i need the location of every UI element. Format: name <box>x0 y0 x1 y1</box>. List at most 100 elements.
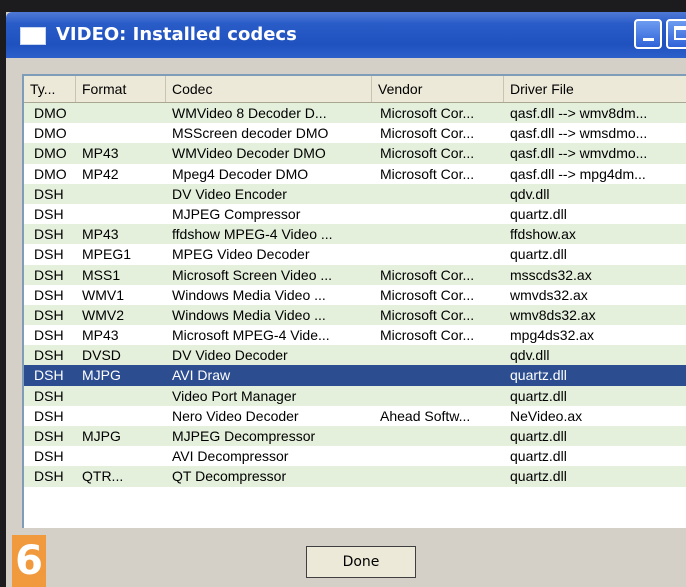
cell-vendor: Microsoft Cor... <box>380 105 475 121</box>
table-row[interactable]: DSH MPEG1 MPEG Video Decoder quartz.dll <box>24 244 686 264</box>
cell-type: DSH <box>34 185 64 202</box>
list-rows: DMO WMVideo 8 Decoder D... Microsoft Cor..… <box>24 103 686 487</box>
column-header-type[interactable]: Ty... <box>24 76 76 102</box>
cell-codec: QT Decompressor <box>172 468 287 485</box>
table-row[interactable]: DSH MP43 Microsoft MPEG-4 Vide... Microsoft… <box>24 325 686 345</box>
cell-type: DSH <box>34 367 64 384</box>
column-header-driver-file[interactable]: Driver File <box>504 76 686 102</box>
cell-codec: Windows Media Video ... <box>172 286 326 303</box>
step-number-badge: 6 <box>12 535 46 587</box>
cell-driver: qdv.dll <box>510 185 550 202</box>
cell-format: MP42 <box>82 165 119 182</box>
list-header: Ty... Format Codec Vendor Driver File <box>24 76 686 103</box>
cell-type: DMO <box>34 145 67 162</box>
cell-type: DSH <box>34 266 64 283</box>
cell-vendor: Microsoft Cor... <box>380 327 475 344</box>
table-row[interactable]: DSH WMV1 Windows Media Video ... Microsoft … <box>24 285 686 305</box>
column-header-codec[interactable]: Codec <box>166 76 372 102</box>
cell-codec: AVI Draw <box>172 367 231 384</box>
cell-vendor: Microsoft Cor... <box>380 125 475 142</box>
cell-codec: DV Video Encoder <box>172 185 287 202</box>
cell-codec: DV Video Decoder <box>172 347 288 364</box>
cell-driver: wmvds32.ax <box>510 286 588 303</box>
cell-format: MJPG <box>82 428 121 444</box>
minimize-button[interactable] <box>634 19 662 49</box>
cell-codec: WMVideo Decoder DMO <box>172 145 326 162</box>
cell-codec: Video Port Manager <box>172 387 297 404</box>
cell-type: DSH <box>34 327 64 344</box>
cell-vendor: Microsoft Cor... <box>380 286 475 303</box>
cell-driver: quartz.dll <box>510 205 567 222</box>
cell-type: DSH <box>34 468 64 485</box>
table-row[interactable]: DMO MP42 Mpeg4 Decoder DMO Microsoft Cor...… <box>24 164 686 184</box>
cell-type: DSH <box>34 246 64 263</box>
cell-codec: Mpeg4 Decoder DMO <box>172 165 309 182</box>
table-row[interactable]: DSH MJPG MJPEG Decompressor quartz.dll <box>24 426 686 447</box>
cell-codec: Windows Media Video ... <box>172 306 326 323</box>
cell-format: MP43 <box>82 327 119 344</box>
column-header-format[interactable]: Format <box>76 76 166 102</box>
cell-format: MJPG <box>82 367 121 384</box>
column-header-vendor[interactable]: Vendor <box>372 76 504 102</box>
cell-type: DSH <box>34 428 64 444</box>
cell-type: DMO <box>34 165 67 182</box>
cell-driver: NeVideo.ax <box>510 407 583 424</box>
frame-top <box>0 0 686 12</box>
table-row[interactable]: DMO WMVideo 8 Decoder D... Microsoft Cor..… <box>24 103 686 124</box>
cell-vendor: Microsoft Cor... <box>380 165 475 182</box>
cell-format: MPEG1 <box>82 246 132 263</box>
cell-codec: Microsoft MPEG-4 Vide... <box>172 327 330 344</box>
codec-dialog: VIDEO: Installed codecs Ty... Format Cod… <box>0 0 686 587</box>
cell-format: MP43 <box>82 145 119 162</box>
cell-codec: MPEG Video Decoder <box>172 246 310 263</box>
table-row[interactable]: DSH MSS1 Microsoft Screen Video ... Microso… <box>24 264 686 285</box>
cell-driver: qasf.dll --> wmvdmo... <box>510 145 648 162</box>
cell-codec: MSScreen decoder DMO <box>172 125 329 142</box>
title-bar[interactable]: VIDEO: Installed codecs <box>6 12 686 58</box>
cell-vendor: Ahead Softw... <box>380 407 471 424</box>
table-row[interactable]: DSH DV Video Encoder qdv.dll <box>24 183 686 204</box>
cell-driver: quartz.dll <box>510 468 567 485</box>
codec-list[interactable]: Ty... Format Codec Vendor Driver File DM… <box>22 74 686 528</box>
cell-type: DSH <box>34 286 64 303</box>
cell-format: DVSD <box>82 347 121 364</box>
cell-codec: AVI Decompressor <box>172 448 289 465</box>
table-row[interactable]: DSH AVI Decompressor quartz.dll <box>24 446 686 466</box>
cell-driver: quartz.dll <box>510 448 567 465</box>
table-row[interactable]: DSH Video Port Manager quartz.dll <box>24 385 686 406</box>
table-row[interactable]: DSH DVSD DV Video Decoder qdv.dll <box>24 345 686 366</box>
maximize-button[interactable] <box>666 19 686 49</box>
cell-type: DSH <box>34 226 64 243</box>
cell-codec: Nero Video Decoder <box>172 407 299 424</box>
table-row[interactable]: DMO MSScreen decoder DMO Microsoft Cor... q… <box>24 123 686 143</box>
cell-driver: mpg4ds32.ax <box>510 327 595 344</box>
cell-vendor: Microsoft Cor... <box>380 145 475 162</box>
window-icon <box>20 27 46 45</box>
table-row[interactable]: DSH QTR... QT Decompressor quartz.dll <box>24 466 686 487</box>
cell-driver: qasf.dll --> mpg4dm... <box>510 165 646 182</box>
cell-codec: ffdshow MPEG-4 Video ... <box>172 226 333 243</box>
frame-left <box>0 12 6 587</box>
cell-driver: qdv.dll <box>510 347 550 364</box>
cell-driver: quartz.dll <box>510 246 567 263</box>
cell-type: DSH <box>34 205 64 222</box>
table-row[interactable]: DSH MP43 ffdshow MPEG-4 Video ... ffdshow.a… <box>24 224 686 245</box>
cell-codec: MJPEG Decompressor <box>172 428 316 444</box>
table-row[interactable]: DSH WMV2 Windows Media Video ... Microsoft … <box>24 304 686 326</box>
cell-type: DSH <box>34 306 64 323</box>
table-row[interactable]: DMO MP43 WMVideo Decoder DMO Microsoft Cor.… <box>24 143 686 164</box>
cell-driver: qasf.dll --> wmsdmo... <box>510 125 648 142</box>
table-row[interactable]: DSH Nero Video Decoder Ahead Softw... NeVid… <box>24 406 686 426</box>
cell-codec: MJPEG Compressor <box>172 205 301 222</box>
table-row[interactable]: DSH MJPEG Compressor quartz.dll <box>24 204 686 224</box>
cell-format: QTR... <box>82 468 124 485</box>
table-row-selected[interactable]: DSH MJPG AVI Draw quartz.dll <box>24 365 686 386</box>
cell-driver: quartz.dll <box>510 367 567 384</box>
cell-driver: quartz.dll <box>510 428 567 444</box>
cell-codec: Microsoft Screen Video ... <box>172 266 333 283</box>
cell-format: WMV1 <box>82 286 124 303</box>
cell-driver: qasf.dll --> wmv8dm... <box>510 105 648 121</box>
cell-vendor: Microsoft Cor... <box>380 306 475 323</box>
done-button[interactable]: Done <box>306 546 416 578</box>
cell-driver: msscds32.ax <box>510 266 592 283</box>
